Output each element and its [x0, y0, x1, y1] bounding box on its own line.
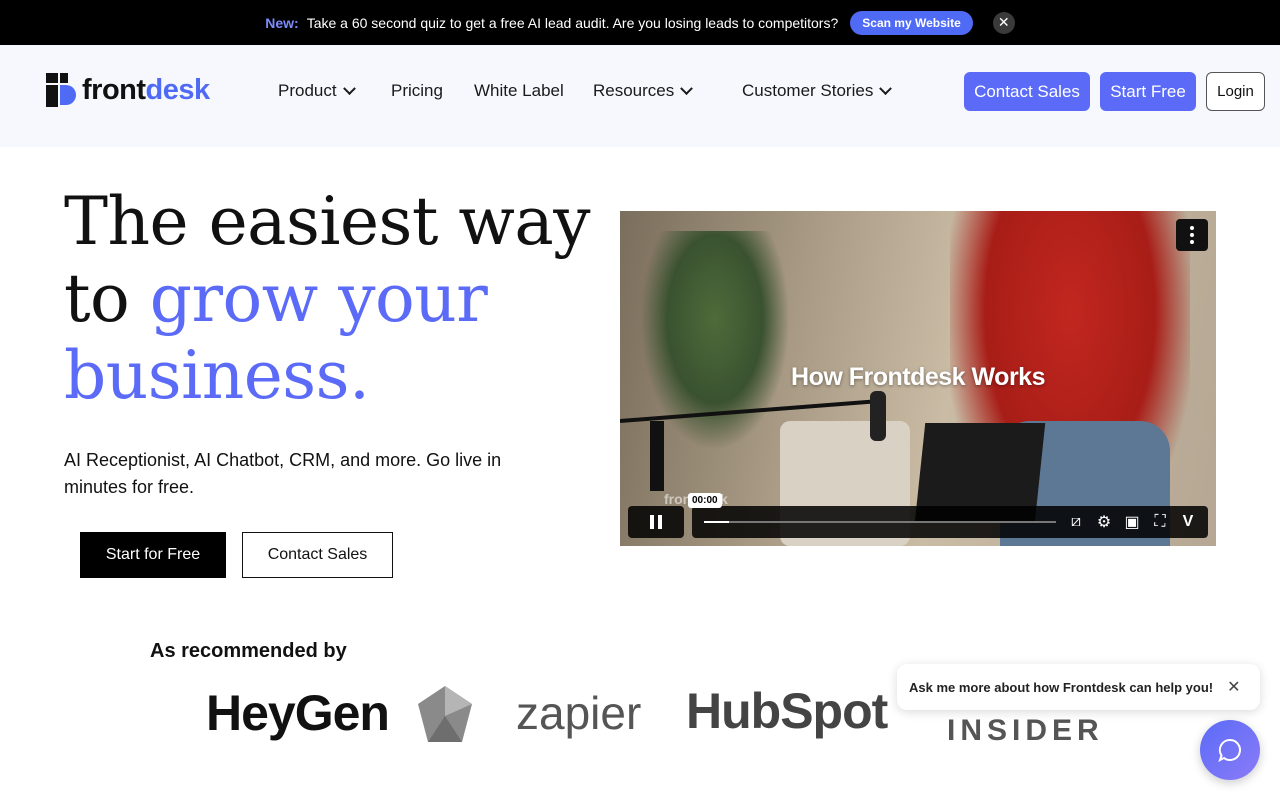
hero-title-line1: The easiest way	[64, 183, 591, 260]
nav-item-label: White Label	[474, 81, 564, 100]
nav-item-label: Pricing	[391, 81, 443, 100]
video-title: How Frontdesk Works	[791, 363, 1045, 391]
video-control-bar: ⧄ ⚙ ▣ ⛶ V	[692, 506, 1208, 538]
chevron-down-icon	[680, 81, 694, 95]
video-progress-track[interactable]	[704, 521, 1056, 523]
nav-item-product[interactable]: Product	[278, 81, 356, 101]
chat-icon	[1218, 738, 1241, 762]
recommended-heading: As recommended by	[150, 640, 347, 662]
logo-text-desk: desk	[145, 73, 211, 106]
chat-launcher-button[interactable]	[1200, 720, 1260, 780]
hero-title-line2-a: to	[64, 260, 150, 337]
video-player[interactable]: How Frontdesk Works frontdesk ⧄ ⚙ ▣ ⛶ V …	[620, 211, 1216, 546]
hero-title-highlight: grow your	[149, 260, 488, 337]
nav-item-customer-stories[interactable]: Customer Stories	[742, 81, 893, 101]
frontdesk-logo[interactable]: frontdesk	[46, 73, 210, 107]
close-icon[interactable]: ✕	[1227, 677, 1240, 697]
video-menu-button[interactable]	[1176, 219, 1208, 251]
captions-off-icon[interactable]: ⧄	[1066, 512, 1086, 532]
chat-prompt-bubble[interactable]: Ask me more about how Frontdesk can help…	[897, 664, 1260, 710]
scan-website-button[interactable]: Scan my Website	[850, 10, 973, 35]
logo-text-front: front	[82, 73, 146, 106]
close-icon[interactable]: ✕	[992, 11, 1015, 34]
announcement-bar: New: Take a 60 second quiz to get a free…	[0, 0, 1280, 45]
login-button[interactable]: Login	[1206, 72, 1265, 111]
fullscreen-icon[interactable]: ⛶	[1150, 512, 1170, 532]
chevron-down-icon	[879, 81, 893, 95]
chevron-down-icon	[342, 81, 356, 95]
hubspot-logo: HubSpot	[686, 683, 888, 739]
hero-contact-sales-button[interactable]: Contact Sales	[242, 532, 393, 578]
pause-button[interactable]	[628, 506, 684, 538]
nav-item-label: Resources	[593, 81, 675, 100]
heygen-logo: HeyGen	[206, 685, 390, 741]
video-progress-fill	[704, 521, 729, 523]
nav-item-label: Customer Stories	[742, 81, 874, 100]
chat-prompt-text: Ask me more about how Frontdesk can help…	[909, 679, 1214, 695]
zapier-logo: zapier	[516, 687, 642, 739]
hero-title: The easiest way to grow your business.	[64, 183, 604, 414]
settings-icon[interactable]: ⚙	[1094, 512, 1114, 532]
new-label: New:	[265, 14, 299, 31]
announcement-message: Take a 60 second quiz to get a free AI l…	[306, 14, 839, 31]
nav-item-label: Product	[278, 81, 337, 100]
hero-subtitle: AI Receptionist, AI Chatbot, CRM, and mo…	[64, 450, 502, 497]
video-time: 00:00	[688, 493, 722, 508]
heygen-logo-mark	[418, 686, 472, 742]
picture-in-picture-icon[interactable]: ▣	[1122, 512, 1142, 532]
nav-item-pricing[interactable]: Pricing	[391, 81, 443, 101]
nav-item-white-label[interactable]: White Label	[474, 81, 564, 101]
insider-logo: INSIDER	[947, 714, 1104, 747]
video-frame-mic	[620, 391, 886, 491]
nav-item-resources[interactable]: Resources	[593, 81, 694, 101]
start-for-free-button[interactable]: Start for Free	[80, 532, 226, 578]
frontdesk-logo-icon	[46, 73, 76, 107]
start-free-button[interactable]: Start Free	[1100, 72, 1196, 111]
main-nav: frontdesk Product Pricing White Label Re…	[0, 45, 1280, 147]
vimeo-icon[interactable]: V	[1178, 512, 1198, 532]
hero-title-line3: business.	[64, 337, 370, 414]
contact-sales-button[interactable]: Contact Sales	[964, 72, 1090, 111]
